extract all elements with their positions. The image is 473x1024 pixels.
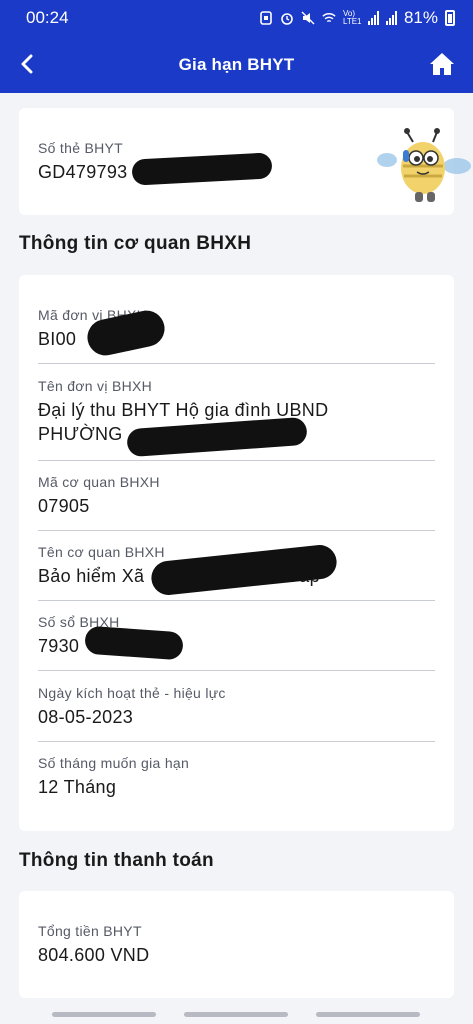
status-time: 00:24 bbox=[26, 8, 69, 27]
divider bbox=[38, 670, 435, 671]
unit-name-value: Đại lý thu BHYT Hộ gia đình UBND bbox=[38, 400, 329, 420]
total-label: Tổng tiền BHYT bbox=[38, 923, 142, 939]
agency-code-field: Mã cơ quan BHXH 07905 bbox=[19, 474, 454, 531]
agency-name-value-start: Bảo hiểm Xã bbox=[38, 566, 145, 586]
divider bbox=[38, 741, 435, 742]
renewal-months-field[interactable]: Số tháng muốn gia hạn 12 Tháng bbox=[19, 755, 454, 812]
total-field: Tổng tiền BHYT 804.600 VND bbox=[19, 891, 454, 967]
signal-icon bbox=[367, 11, 379, 25]
alarm-icon bbox=[281, 13, 293, 25]
home-icon bbox=[430, 53, 454, 75]
payment-card: Tổng tiền BHYT 804.600 VND bbox=[19, 891, 454, 998]
battery-percent: 81% bbox=[403, 8, 438, 27]
divider bbox=[38, 363, 435, 364]
agency-section-title: Thông tin cơ quan BHXH bbox=[19, 233, 252, 254]
unit-code-field: Mã đơn vị BHXH BI00 bbox=[19, 307, 454, 364]
nav-hint-left bbox=[52, 1012, 156, 1017]
chevron-left-icon bbox=[21, 54, 33, 74]
divider bbox=[38, 460, 435, 461]
page-title: Gia hạn BHYT bbox=[178, 54, 295, 74]
agency-code-value: 07905 bbox=[38, 496, 90, 516]
activation-date-label: Ngày kích hoạt thẻ - hiệu lực bbox=[38, 685, 226, 701]
battery-icon bbox=[445, 10, 455, 26]
status-bar: 00:24 Vo) LTE1 81% bbox=[0, 0, 473, 36]
home-button[interactable] bbox=[427, 49, 457, 79]
activation-date-value: 08-05-2023 bbox=[38, 707, 134, 727]
agency-card: Mã đơn vị BHXH BI00 Tên đơn vị BHXH Đại … bbox=[19, 275, 454, 831]
signal-icon-2 bbox=[385, 11, 397, 25]
divider bbox=[38, 530, 435, 531]
nav-hint-center bbox=[184, 1012, 288, 1017]
mute-icon bbox=[301, 11, 315, 25]
app-bar: Gia hạn BHYT bbox=[0, 36, 473, 93]
notification-icon bbox=[260, 11, 272, 25]
nav-hint-right bbox=[316, 1012, 420, 1017]
bee-mascot-icon bbox=[377, 128, 471, 202]
unit-name-label: Tên đơn vị BHXH bbox=[38, 378, 153, 394]
wifi-icon bbox=[322, 13, 336, 23]
divider bbox=[38, 600, 435, 601]
network-label: Vo) LTE1 bbox=[342, 9, 362, 26]
back-button[interactable] bbox=[14, 50, 42, 78]
payment-section-title: Thông tin thanh toán bbox=[19, 850, 214, 871]
activation-date-field: Ngày kích hoạt thẻ - hiệu lực 08-05-2023 bbox=[19, 685, 454, 742]
card-number-card: Số thẻ BHYT GD479793 bbox=[19, 108, 471, 215]
total-value: 804.600 VND bbox=[38, 945, 150, 965]
status-icons: Vo) LTE1 81% bbox=[259, 8, 455, 28]
renewal-months-label: Số tháng muốn gia hạn bbox=[38, 755, 190, 771]
agency-code-label: Mã cơ quan BHXH bbox=[38, 474, 160, 490]
renewal-months-value[interactable]: 12 Tháng bbox=[38, 775, 435, 799]
